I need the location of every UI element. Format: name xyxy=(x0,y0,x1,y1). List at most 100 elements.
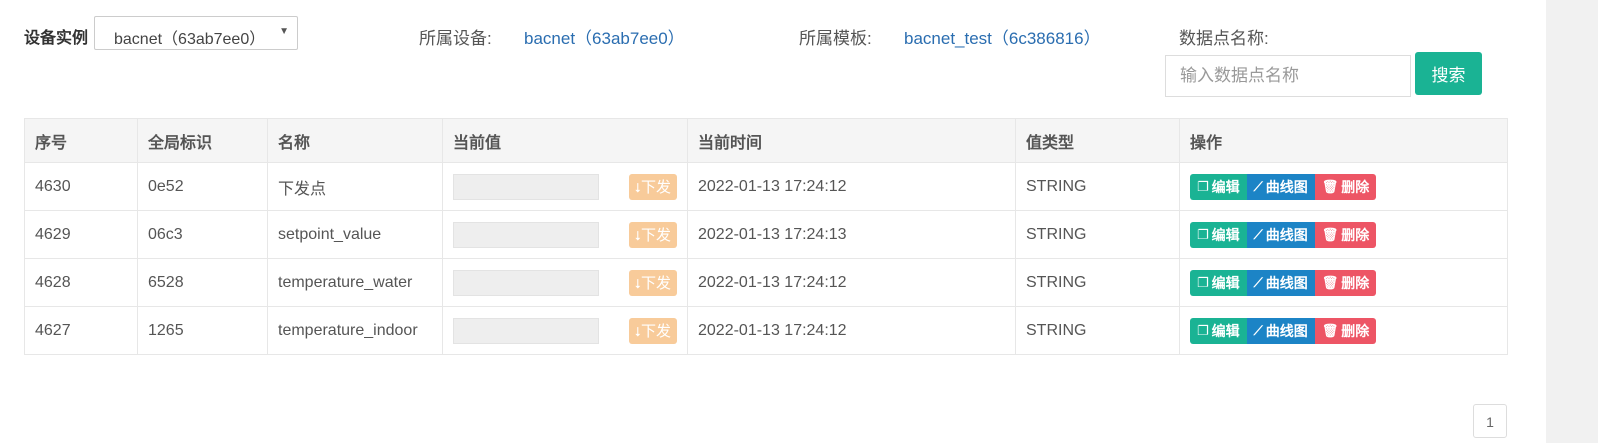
point-name-label: 数据点名称: xyxy=(1179,29,1269,48)
cell-name: temperature_indoor xyxy=(267,306,443,355)
cell-time: 2022-01-13 17:24:12 xyxy=(687,258,1016,307)
scrollbar-gutter xyxy=(1534,0,1546,443)
send-button[interactable]: ⭣下发 xyxy=(628,221,677,248)
delete-label: 删除 xyxy=(1341,226,1370,243)
header-current-time: 当前时间 xyxy=(687,118,1016,163)
delete-button[interactable]: 🗑 删除 xyxy=(1314,317,1377,344)
value-display xyxy=(453,173,599,200)
line-chart-icon: ⟋ xyxy=(1253,322,1263,338)
edit-label: 编辑 xyxy=(1211,178,1240,195)
delete-label: 删除 xyxy=(1341,274,1370,291)
trash-icon: 🗑 xyxy=(1321,274,1339,290)
header-actions: 操作 xyxy=(1179,118,1508,163)
table-row: 4628 6528 temperature_water ⭣下发 2022-01-… xyxy=(24,258,1508,307)
cell-time: 2022-01-13 17:24:12 xyxy=(687,162,1016,211)
value-display xyxy=(453,317,599,344)
cell-current-value: ⭣下发 xyxy=(442,162,688,211)
trash-icon: 🗑 xyxy=(1321,322,1339,338)
cell-actions: ❐ 编辑 ⟋ 曲线图 🗑 删除 xyxy=(1179,306,1508,355)
cell-time: 2022-01-13 17:24:13 xyxy=(687,210,1016,259)
header-global-id: 全局标识 xyxy=(137,118,268,163)
delete-button[interactable]: 🗑 删除 xyxy=(1314,221,1377,248)
table-row: 4627 1265 temperature_indoor ⭣下发 2022-01… xyxy=(24,306,1508,355)
send-button[interactable]: ⭣下发 xyxy=(628,173,677,200)
delete-button[interactable]: 🗑 删除 xyxy=(1314,173,1377,200)
cell-global-id: 6528 xyxy=(137,258,268,307)
chart-button[interactable]: ⟋ 曲线图 xyxy=(1246,221,1315,248)
chart-button[interactable]: ⟋ 曲线图 xyxy=(1246,269,1315,296)
chart-label: 曲线图 xyxy=(1265,322,1308,339)
edit-button[interactable]: ❐ 编辑 xyxy=(1190,221,1247,248)
value-display xyxy=(453,269,599,296)
header-name: 名称 xyxy=(267,118,443,163)
table-header-row: 序号 全局标识 名称 当前值 当前时间 值类型 操作 xyxy=(24,118,1508,163)
cell-global-id: 0e52 xyxy=(137,162,268,211)
chart-label: 曲线图 xyxy=(1265,226,1308,243)
send-button[interactable]: ⭣下发 xyxy=(628,269,677,296)
cell-index: 4628 xyxy=(24,258,138,307)
trash-icon: 🗑 xyxy=(1321,178,1339,194)
send-label: 下发 xyxy=(640,275,671,292)
send-label: 下发 xyxy=(640,323,671,340)
delete-label: 删除 xyxy=(1341,178,1370,195)
header-index: 序号 xyxy=(24,118,138,163)
delete-button[interactable]: 🗑 删除 xyxy=(1314,269,1377,296)
point-name-search-input[interactable] xyxy=(1165,55,1411,97)
copy-icon: ❐ xyxy=(1197,226,1209,242)
template-label: 所属模板: xyxy=(799,29,872,48)
edit-button[interactable]: ❐ 编辑 xyxy=(1190,173,1247,200)
instance-select[interactable]: bacnet（63ab7ee0） ▼ xyxy=(94,16,298,50)
cell-index: 4629 xyxy=(24,210,138,259)
send-label: 下发 xyxy=(640,179,671,196)
instance-select-value: bacnet（63ab7ee0） xyxy=(114,31,264,48)
chart-button[interactable]: ⟋ 曲线图 xyxy=(1246,317,1315,344)
cell-type: STRING xyxy=(1015,258,1180,307)
cell-actions: ❐ 编辑 ⟋ 曲线图 🗑 删除 xyxy=(1179,210,1508,259)
caret-down-icon: ▼ xyxy=(279,26,289,37)
edit-button[interactable]: ❐ 编辑 xyxy=(1190,269,1247,296)
cell-index: 4630 xyxy=(24,162,138,211)
cell-name: temperature_water xyxy=(267,258,443,307)
filter-bar: 设备实例 bacnet（63ab7ee0） ▼ 所属设备: bacnet（63a… xyxy=(0,0,1540,110)
edit-label: 编辑 xyxy=(1211,226,1240,243)
header-value-type: 值类型 xyxy=(1015,118,1180,163)
copy-icon: ❐ xyxy=(1197,274,1209,290)
chart-label: 曲线图 xyxy=(1265,178,1308,195)
cell-type: STRING xyxy=(1015,210,1180,259)
delete-label: 删除 xyxy=(1341,322,1370,339)
template-link[interactable]: bacnet_test（6c386816） xyxy=(904,24,1101,49)
cell-current-value: ⭣下发 xyxy=(442,210,688,259)
search-button[interactable]: 搜索 xyxy=(1415,52,1482,95)
line-chart-icon: ⟋ xyxy=(1253,274,1263,290)
cell-name: 下发点 xyxy=(267,162,443,211)
device-label: 所属设备: xyxy=(419,29,492,48)
device-link[interactable]: bacnet（63ab7ee0） xyxy=(524,24,685,49)
value-display xyxy=(453,221,599,248)
table-row: 4630 0e52 下发点 ⭣下发 2022-01-13 17:24:12 ST… xyxy=(24,162,1508,211)
edit-label: 编辑 xyxy=(1211,322,1240,339)
trash-icon: 🗑 xyxy=(1321,226,1339,242)
chart-button[interactable]: ⟋ 曲线图 xyxy=(1246,173,1315,200)
cell-global-id: 06c3 xyxy=(137,210,268,259)
instance-label: 设备实例 xyxy=(24,30,89,47)
cell-index: 4627 xyxy=(24,306,138,355)
copy-icon: ❐ xyxy=(1197,178,1209,194)
cell-global-id: 1265 xyxy=(137,306,268,355)
cell-actions: ❐ 编辑 ⟋ 曲线图 🗑 删除 xyxy=(1179,258,1508,307)
chart-label: 曲线图 xyxy=(1265,274,1308,291)
cell-current-value: ⭣下发 xyxy=(442,258,688,307)
header-current-value: 当前值 xyxy=(442,118,688,163)
pagination-page-1[interactable]: 1 xyxy=(1473,404,1507,438)
send-button[interactable]: ⭣下发 xyxy=(628,317,677,344)
table-row: 4629 06c3 setpoint_value ⭣下发 2022-01-13 … xyxy=(24,210,1508,259)
cell-name: setpoint_value xyxy=(267,210,443,259)
line-chart-icon: ⟋ xyxy=(1253,178,1263,194)
cell-actions: ❐ 编辑 ⟋ 曲线图 🗑 删除 xyxy=(1179,162,1508,211)
cell-type: STRING xyxy=(1015,162,1180,211)
data-points-table: 序号 全局标识 名称 当前值 当前时间 值类型 操作 4630 0e52 下发点… xyxy=(24,118,1508,355)
edit-button[interactable]: ❐ 编辑 xyxy=(1190,317,1247,344)
send-label: 下发 xyxy=(640,227,671,244)
line-chart-icon: ⟋ xyxy=(1253,226,1263,242)
cell-type: STRING xyxy=(1015,306,1180,355)
cell-current-value: ⭣下发 xyxy=(442,306,688,355)
